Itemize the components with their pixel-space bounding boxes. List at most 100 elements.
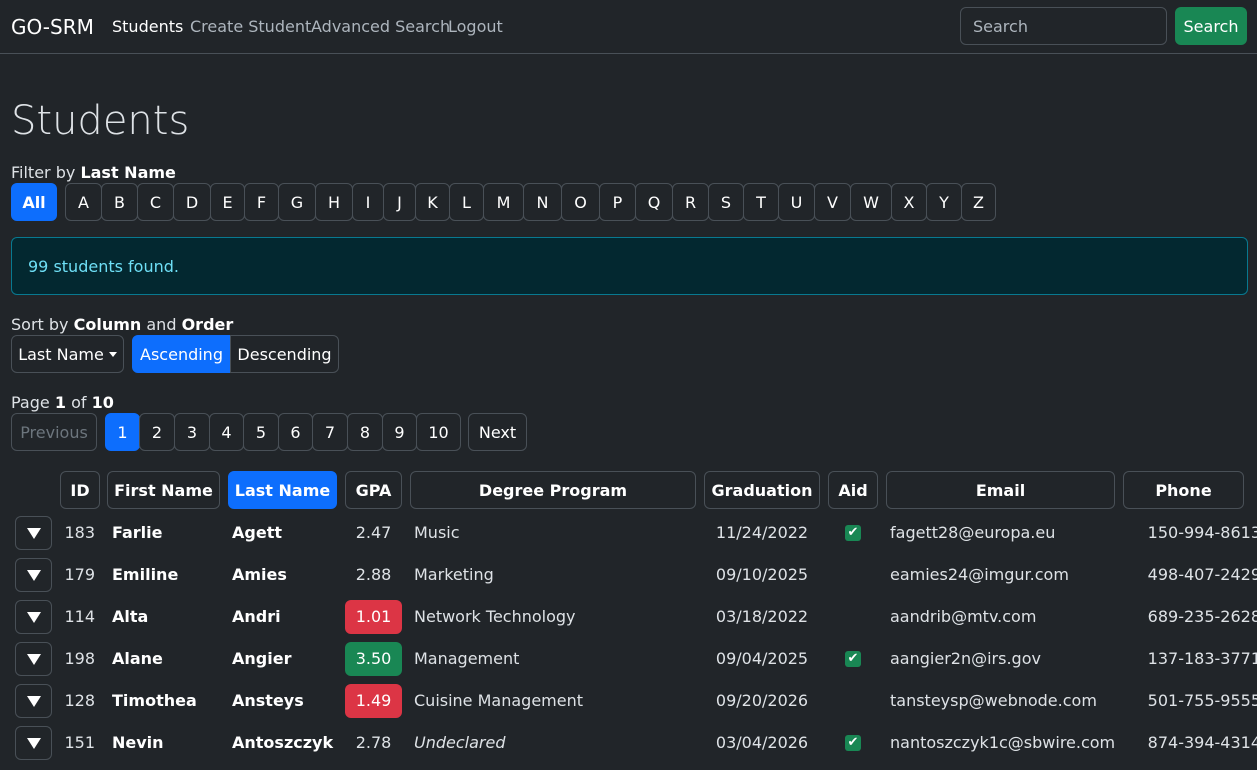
sort-label-mid: and [146, 315, 177, 334]
filter-button-w[interactable]: W [850, 183, 892, 221]
filter-button-o[interactable]: O [561, 183, 600, 221]
filter-button-c[interactable]: C [137, 183, 174, 221]
student-gpa-badge: 1.49 [345, 684, 402, 718]
filter-button-i[interactable]: I [352, 183, 384, 221]
page-button-2[interactable]: 2 [139, 413, 175, 451]
nav-link-advanced-search[interactable]: Advanced Search [311, 17, 450, 36]
filter-button-y[interactable]: Y [926, 183, 962, 221]
column-header-id[interactable]: ID [60, 471, 100, 509]
column-header-phone[interactable]: Phone [1123, 471, 1244, 509]
sort-ascending-button[interactable]: Ascending [132, 335, 231, 373]
nav-link-students[interactable]: Students [112, 17, 183, 36]
expand-row-button[interactable] [15, 684, 52, 718]
triangle-down-icon [26, 611, 41, 623]
page-button-7[interactable]: 7 [312, 413, 348, 451]
expand-row-button[interactable] [15, 516, 52, 550]
sort-label-order: Order [181, 315, 234, 334]
column-header-graduation[interactable]: Graduation [704, 471, 820, 509]
student-first-name: Emiline [112, 565, 179, 584]
filter-button-p[interactable]: P [599, 183, 636, 221]
expand-row-button[interactable] [15, 642, 52, 676]
student-phone: 874-394-4314 [1147, 733, 1257, 752]
expand-row-button[interactable] [15, 600, 52, 634]
table-row: 179 Emiline Amies 2.88 Marketing 09/10/2025 ea… [0, 554, 1257, 596]
filter-button-q[interactable]: Q [635, 183, 673, 221]
page-button-3[interactable]: 3 [174, 413, 210, 451]
filter-button-all[interactable]: All [11, 183, 57, 221]
student-degree-program: Network Technology [414, 607, 576, 626]
column-header-email[interactable]: Email [886, 471, 1115, 509]
table-row: 128 Timothea Ansteys 1.49 Cuisine Management… [0, 680, 1257, 722]
student-first-name: Farlie [112, 523, 163, 542]
filter-button-m[interactable]: M [483, 183, 524, 221]
column-header-gpa[interactable]: GPA [345, 471, 402, 509]
sort-label: Sort by Column and Order [11, 315, 233, 334]
filter-button-e[interactable]: E [210, 183, 245, 221]
sort-label-column: Column [73, 315, 142, 334]
student-id: 198 [64, 649, 95, 668]
page-button-9[interactable]: 9 [382, 413, 417, 451]
filter-button-a[interactable]: A [65, 183, 102, 221]
student-email: eamies24@imgur.com [890, 565, 1069, 584]
page-button-8[interactable]: 8 [347, 413, 383, 451]
student-id: 128 [64, 691, 95, 710]
page-label-of: of [71, 393, 87, 412]
filter-button-r[interactable]: R [672, 183, 709, 221]
filter-label: Filter by Last Name [11, 163, 176, 182]
search-button[interactable]: Search [1175, 7, 1247, 45]
filter-button-s[interactable]: S [708, 183, 744, 221]
student-phone: 498-407-2429 [1147, 565, 1257, 584]
previous-page-button[interactable]: Previous [11, 413, 97, 451]
page-button-10[interactable]: 10 [416, 413, 461, 451]
filter-button-g[interactable]: G [278, 183, 316, 221]
filter-button-v[interactable]: V [814, 183, 851, 221]
results-count-text: 99 students found. [28, 256, 179, 276]
student-degree-program: Management [414, 649, 520, 668]
filter-button-d[interactable]: D [173, 183, 211, 221]
expand-row-button[interactable] [15, 558, 52, 592]
filter-button-h[interactable]: H [315, 183, 353, 221]
nav-link-create-student[interactable]: Create Student [190, 17, 311, 36]
filter-button-u[interactable]: U [778, 183, 815, 221]
filter-button-k[interactable]: K [415, 183, 450, 221]
table-row: 198 Alane Angier 3.50 Management 09/04/2025 ✔ a… [0, 638, 1257, 680]
filter-label-prefix: Filter by [11, 163, 76, 182]
expand-row-button[interactable] [15, 726, 52, 760]
column-header-aid[interactable]: Aid [828, 471, 878, 509]
student-email: nantoszczyk1c@sbwire.com [890, 733, 1116, 752]
student-email: tansteysp@webnode.com [890, 691, 1097, 710]
filter-button-b[interactable]: B [101, 183, 138, 221]
aid-check-icon: ✔ [845, 651, 861, 667]
filter-button-x[interactable]: X [891, 183, 927, 221]
nav-link-logout[interactable]: Logout [448, 17, 503, 36]
student-phone: 501-755-9555 [1147, 691, 1257, 710]
student-id: 151 [64, 733, 95, 752]
sort-descending-button[interactable]: Descending [230, 335, 339, 373]
page-button-5[interactable]: 5 [243, 413, 279, 451]
student-gpa: 2.78 [355, 733, 392, 752]
student-id: 114 [64, 607, 95, 626]
filter-button-n[interactable]: N [523, 183, 562, 221]
page-label: Page 1 of 10 [11, 393, 114, 412]
page-button-1[interactable]: 1 [105, 413, 140, 451]
student-first-name: Timothea [112, 691, 197, 710]
student-id: 179 [64, 565, 95, 584]
student-first-name: Alta [112, 607, 149, 626]
student-degree-program: Music [414, 523, 460, 542]
filter-button-l[interactable]: L [449, 183, 484, 221]
triangle-down-icon [26, 527, 41, 539]
sort-column-dropdown[interactable]: Last Name [11, 335, 124, 373]
filter-button-j[interactable]: J [383, 183, 416, 221]
column-header-degree-program[interactable]: Degree Program [410, 471, 696, 509]
next-page-button[interactable]: Next [468, 413, 527, 451]
filter-button-t[interactable]: T [743, 183, 779, 221]
brand-link[interactable]: GO-SRM [11, 15, 94, 39]
filter-button-z[interactable]: Z [961, 183, 996, 221]
page-label-prefix: Page [11, 393, 50, 412]
page-button-6[interactable]: 6 [278, 413, 313, 451]
search-input[interactable] [960, 7, 1167, 45]
filter-button-f[interactable]: F [244, 183, 279, 221]
column-header-last-name[interactable]: Last Name [228, 471, 337, 509]
page-button-4[interactable]: 4 [209, 413, 244, 451]
column-header-first-name[interactable]: First Name [107, 471, 220, 509]
